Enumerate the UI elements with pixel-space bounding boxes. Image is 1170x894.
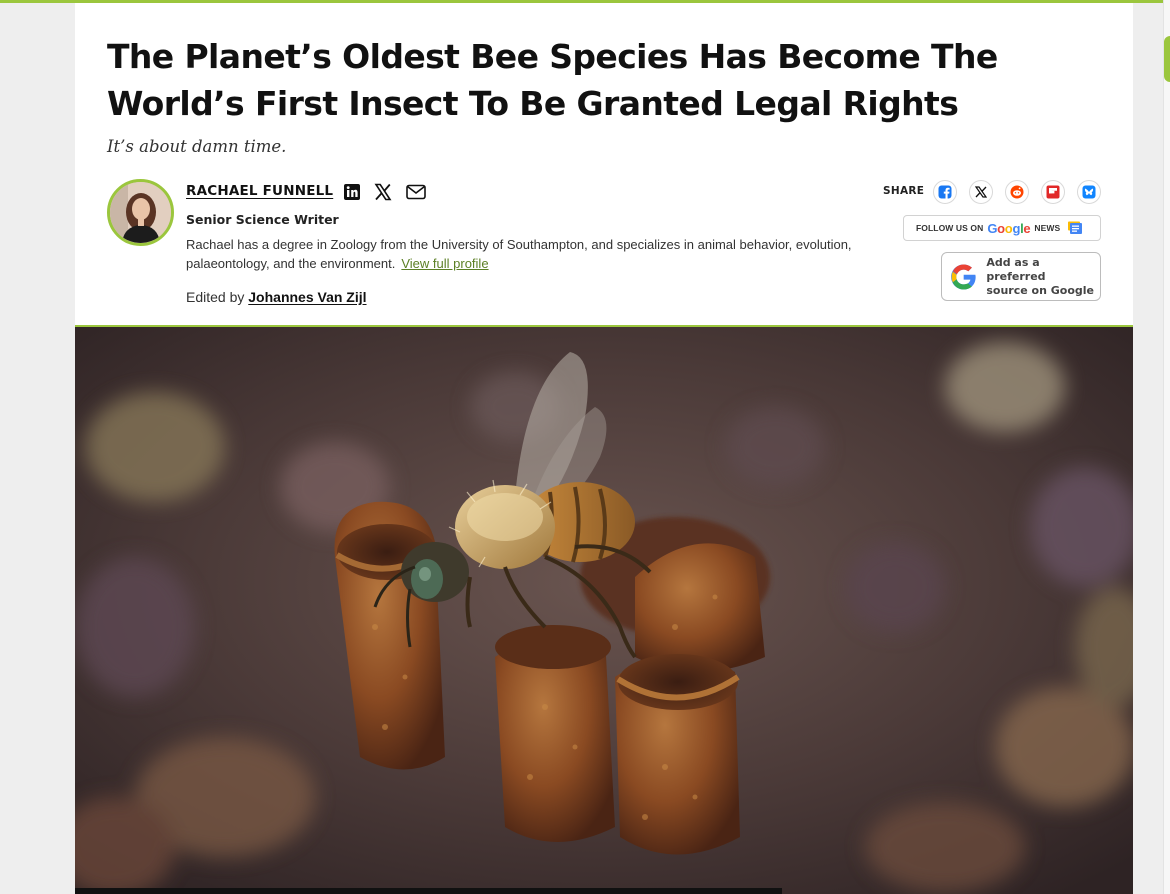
- author-bio: Rachael has a degree in Zoology from the…: [186, 236, 876, 273]
- google-preferred-text: Add as a preferred source on Google: [986, 256, 1100, 298]
- facebook-share-button[interactable]: [933, 180, 957, 204]
- flipboard-icon: [1046, 185, 1060, 199]
- x-icon: [975, 186, 987, 198]
- gnews-suffix: NEWS: [1034, 223, 1061, 233]
- edited-by-label: Edited by: [186, 289, 245, 305]
- reddit-share-button[interactable]: [1005, 180, 1029, 204]
- linkedin-icon[interactable]: [342, 182, 362, 202]
- author-name-link[interactable]: RACHAEL FUNNELL: [186, 183, 333, 199]
- hero-image[interactable]: [75, 327, 1133, 894]
- google-news-icon: [1068, 221, 1083, 234]
- side-tab[interactable]: [1164, 36, 1170, 82]
- google-preferred-source-button[interactable]: Add as a preferred source on Google: [941, 252, 1101, 301]
- bee-photo: [75, 327, 1133, 894]
- author-bio-text: Rachael has a degree in Zoology from the…: [186, 237, 852, 271]
- article-dek: It’s about damn time.: [107, 137, 287, 156]
- google-wordmark: Google: [987, 220, 1031, 236]
- facebook-icon: [938, 185, 952, 199]
- flipboard-share-button[interactable]: [1041, 180, 1065, 204]
- google-g-icon: [951, 263, 976, 290]
- view-full-profile-link[interactable]: View full profile: [401, 256, 488, 271]
- x-share-button[interactable]: [969, 180, 993, 204]
- bluesky-share-button[interactable]: [1077, 180, 1101, 204]
- google-preferred-line2: source on Google: [986, 283, 1094, 297]
- video-progress-bar[interactable]: [75, 888, 782, 894]
- editor-name-link[interactable]: Johannes Van Zijl: [248, 289, 366, 305]
- edited-by-line: Edited by Johannes Van Zijl: [186, 289, 367, 305]
- article-headline: The Planet’s Oldest Bee Species Has Beco…: [107, 37, 998, 123]
- right-edge-panel: [1163, 0, 1170, 894]
- article-card: The Planet’s Oldest Bee Species Has Beco…: [75, 3, 1133, 894]
- author-role: Senior Science Writer: [186, 212, 339, 227]
- author-avatar[interactable]: [107, 179, 174, 246]
- bluesky-icon: [1082, 185, 1096, 199]
- share-label: SHARE: [883, 185, 925, 197]
- x-icon[interactable]: [373, 182, 393, 202]
- reddit-icon: [1010, 185, 1024, 199]
- follow-google-news-button[interactable]: FOLLOW US ON Google NEWS: [903, 215, 1101, 241]
- mail-icon[interactable]: [406, 182, 426, 202]
- avatar-portrait: [110, 182, 171, 243]
- google-preferred-line1: Add as a preferred: [986, 255, 1046, 283]
- gnews-prefix: FOLLOW US ON: [916, 223, 984, 233]
